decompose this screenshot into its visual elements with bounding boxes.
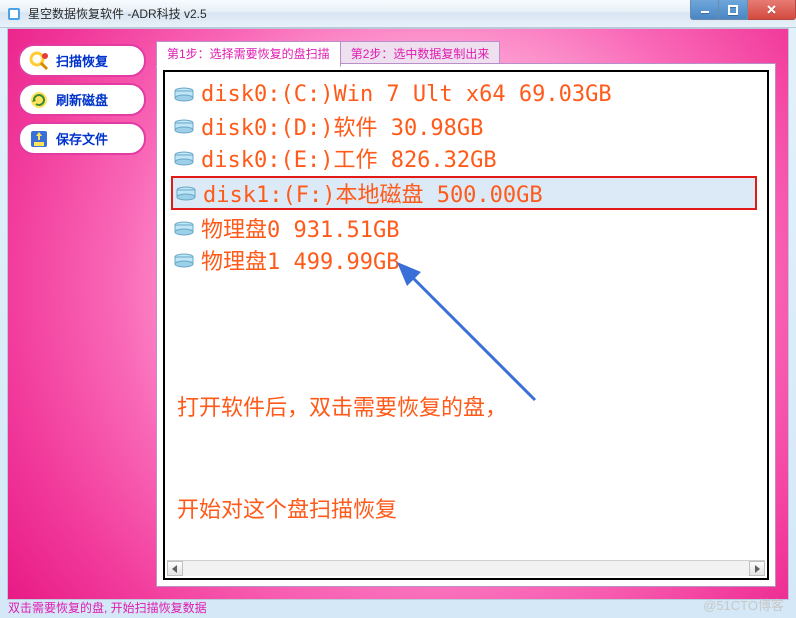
disk-row[interactable]: disk0:(D:)软件 30.98GB xyxy=(169,110,763,142)
disk-icon xyxy=(173,150,195,166)
window-controls xyxy=(690,0,796,20)
watermark: @51CTO博客 xyxy=(703,595,784,614)
sidebar-item-label: 刷新磁盘 xyxy=(56,90,108,109)
disk-list: disk0:(C:)Win 7 Ult x64 69.03GB disk0:(D… xyxy=(165,72,767,276)
annotation-text: 打开软件后，双击需要恢复的盘， 开始对这个盘扫描恢复 xyxy=(177,324,507,580)
sidebar: 扫描恢复 刷新磁盘 保存文件 xyxy=(18,44,146,155)
maximize-button[interactable] xyxy=(719,0,748,20)
disk-label: 物理盘1 499.99GB xyxy=(201,244,399,276)
disk-label: 物理盘0 931.51GB xyxy=(201,212,399,244)
disk-icon xyxy=(173,252,195,268)
disk-icon xyxy=(173,86,195,102)
minimize-button[interactable] xyxy=(690,0,719,20)
disk-label: disk0:(E:)工作 826.32GB xyxy=(201,142,497,174)
sidebar-refresh-button[interactable]: 刷新磁盘 xyxy=(18,83,146,116)
disk-row[interactable]: 物理盘1 499.99GB xyxy=(169,244,763,276)
step-panel: disk0:(C:)Win 7 Ult x64 69.03GB disk0:(D… xyxy=(156,63,776,587)
tab-step1[interactable]: 第1步：选择需要恢复的盘扫描 xyxy=(156,41,341,67)
refresh-icon xyxy=(28,89,50,111)
disk-icon xyxy=(173,220,195,236)
disk-icon xyxy=(175,185,197,201)
disk-row[interactable]: disk0:(C:)Win 7 Ult x64 69.03GB xyxy=(169,78,763,110)
disk-icon xyxy=(173,118,195,134)
titlebar: 星空数据恢复软件 -ADR科技 v2.5 xyxy=(0,0,796,28)
scroll-right-button[interactable] xyxy=(749,561,765,576)
disk-row[interactable]: 物理盘0 931.51GB xyxy=(169,212,763,244)
disk-label: disk0:(D:)软件 30.98GB xyxy=(201,110,483,142)
annotation-line1: 打开软件后，双击需要恢复的盘， xyxy=(177,392,507,426)
sidebar-scan-button[interactable]: 扫描恢复 xyxy=(18,44,146,77)
save-icon xyxy=(28,128,50,150)
disk-row-selected[interactable]: disk1:(F:)本地磁盘 500.00GB xyxy=(171,176,757,210)
status-text: 双击需要恢复的盘, 开始扫描恢复数据 xyxy=(8,599,207,616)
window-title: 星空数据恢复软件 -ADR科技 v2.5 xyxy=(28,5,207,22)
disk-row[interactable]: disk0:(E:)工作 826.32GB xyxy=(169,142,763,174)
sidebar-save-button[interactable]: 保存文件 xyxy=(18,122,146,155)
scan-icon xyxy=(28,50,50,72)
client-area: 扫描恢复 刷新磁盘 保存文件 第1步：选择需要恢复的盘扫描 第2步：选中数据复制… xyxy=(7,28,789,600)
sidebar-item-label: 扫描恢复 xyxy=(56,51,108,70)
close-button[interactable] xyxy=(748,0,796,20)
sidebar-item-label: 保存文件 xyxy=(56,129,108,148)
annotation-line2: 开始对这个盘扫描恢复 xyxy=(177,494,507,528)
disk-label: disk0:(C:)Win 7 Ult x64 69.03GB xyxy=(201,82,612,107)
scroll-track[interactable] xyxy=(183,561,749,576)
disk-label: disk1:(F:)本地磁盘 500.00GB xyxy=(203,177,543,209)
horizontal-scrollbar[interactable] xyxy=(167,560,765,576)
disk-list-panel: disk0:(C:)Win 7 Ult x64 69.03GB disk0:(D… xyxy=(163,70,769,580)
scroll-left-button[interactable] xyxy=(167,561,183,576)
app-icon xyxy=(6,6,22,22)
